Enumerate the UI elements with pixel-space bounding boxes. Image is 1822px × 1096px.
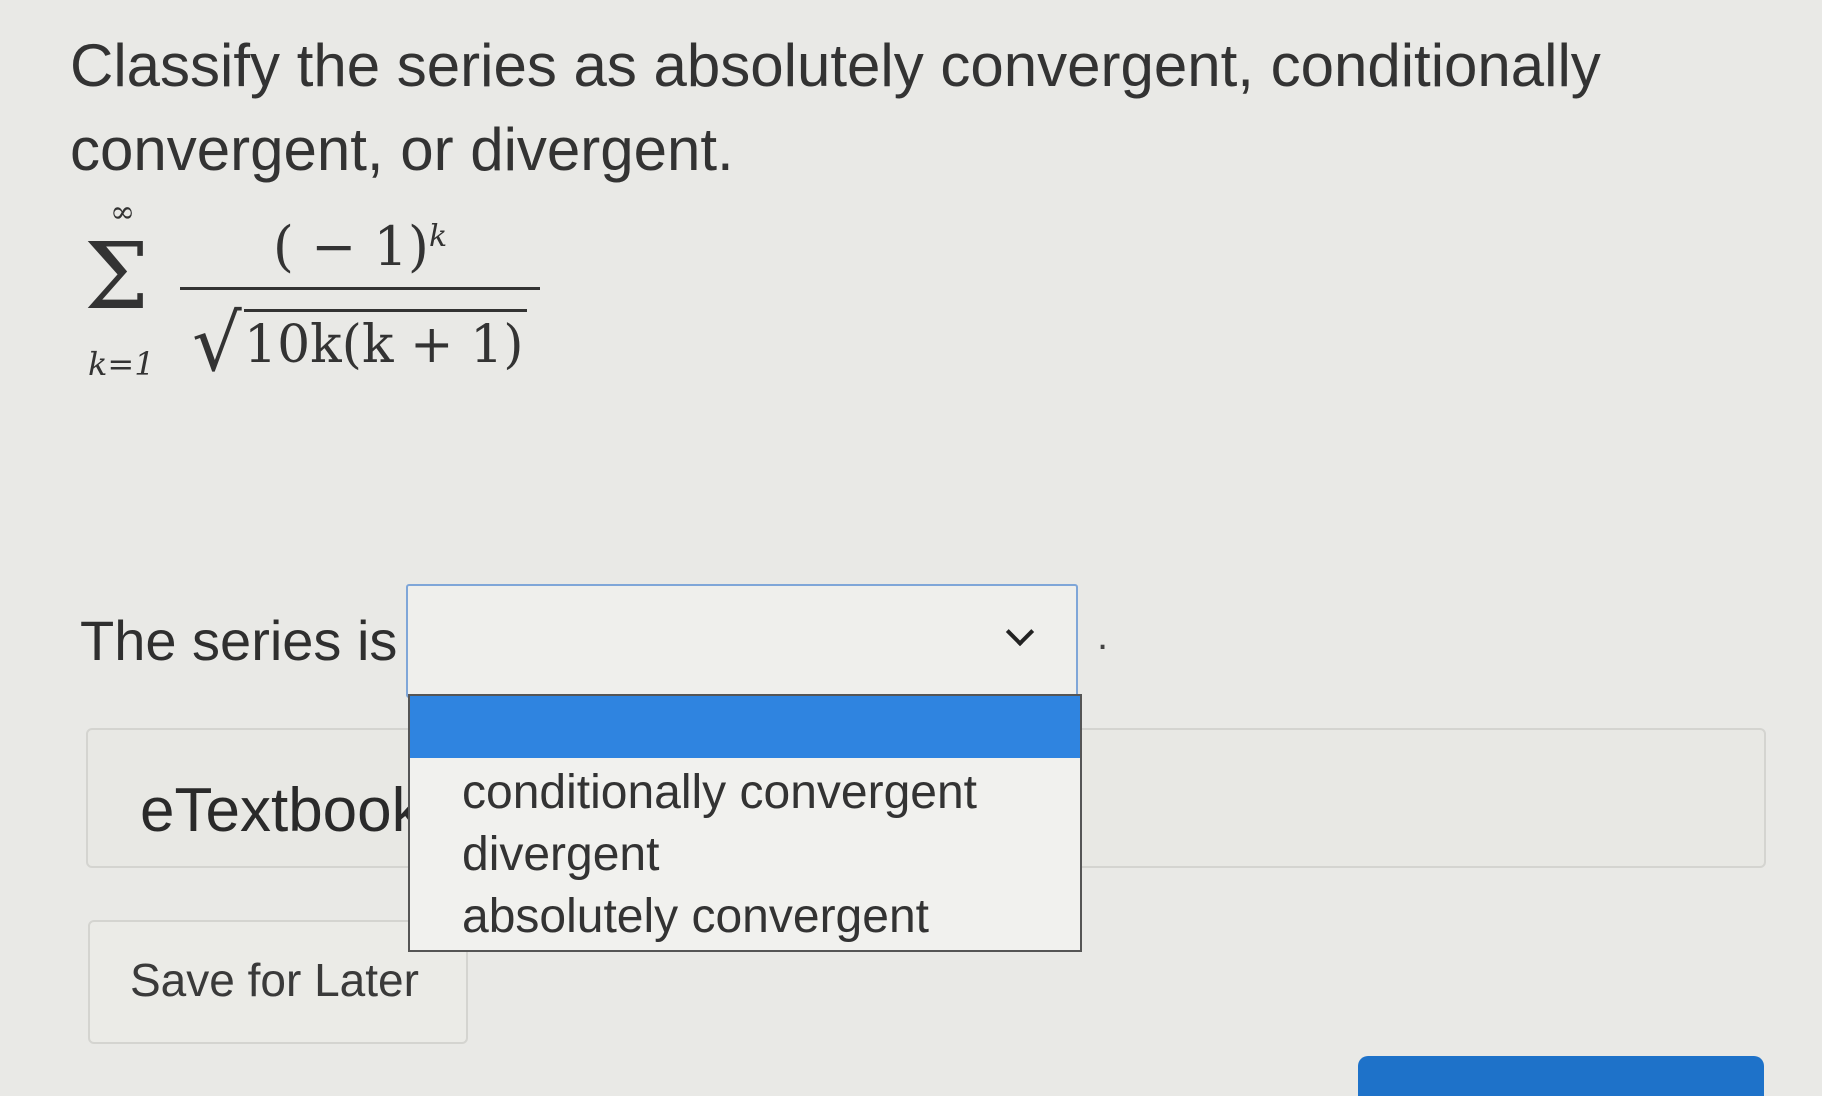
lower-limit: k=1 [88,345,155,383]
answer-dropdown-list[interactable]: conditionally convergent divergent absol… [408,694,1082,952]
question-text: Classify the series as absolutely conver… [70,32,1601,183]
sigma-symbol: Σ [84,223,150,330]
numerator: ( − 1)k [180,215,540,278]
numerator-base: ( − 1) [272,215,429,278]
radicand: 10k(k + 1) [244,309,528,378]
square-root-icon: √ [192,299,242,389]
etextbook-label[interactable]: eTextbook [140,776,423,846]
primary-action-button[interactable] [1358,1056,1764,1096]
dropdown-option-absolutely-convergent[interactable]: absolutely convergent [410,886,1080,948]
summation: ∞ Σ k=1 [80,195,170,395]
dropdown-option-blank[interactable] [410,696,1080,758]
fraction-bar [180,287,540,290]
answer-prefix: The series is [80,609,398,672]
denominator: √ 10k(k + 1) [192,299,542,389]
numerator-exponent: k [428,219,448,254]
chevron-down-icon[interactable] [1000,616,1040,656]
dropdown-option-conditionally-convergent[interactable]: conditionally convergent [410,762,1080,824]
answer-suffix: . [1097,614,1109,658]
dropdown-option-divergent[interactable]: divergent [410,824,1080,886]
series-formula: ∞ Σ k=1 ( − 1)k √ 10k(k + 1) [80,195,540,395]
answer-select[interactable] [406,584,1078,698]
fraction: ( − 1)k √ 10k(k + 1) [180,195,540,395]
save-for-later-label[interactable]: Save for Later [130,950,419,1010]
